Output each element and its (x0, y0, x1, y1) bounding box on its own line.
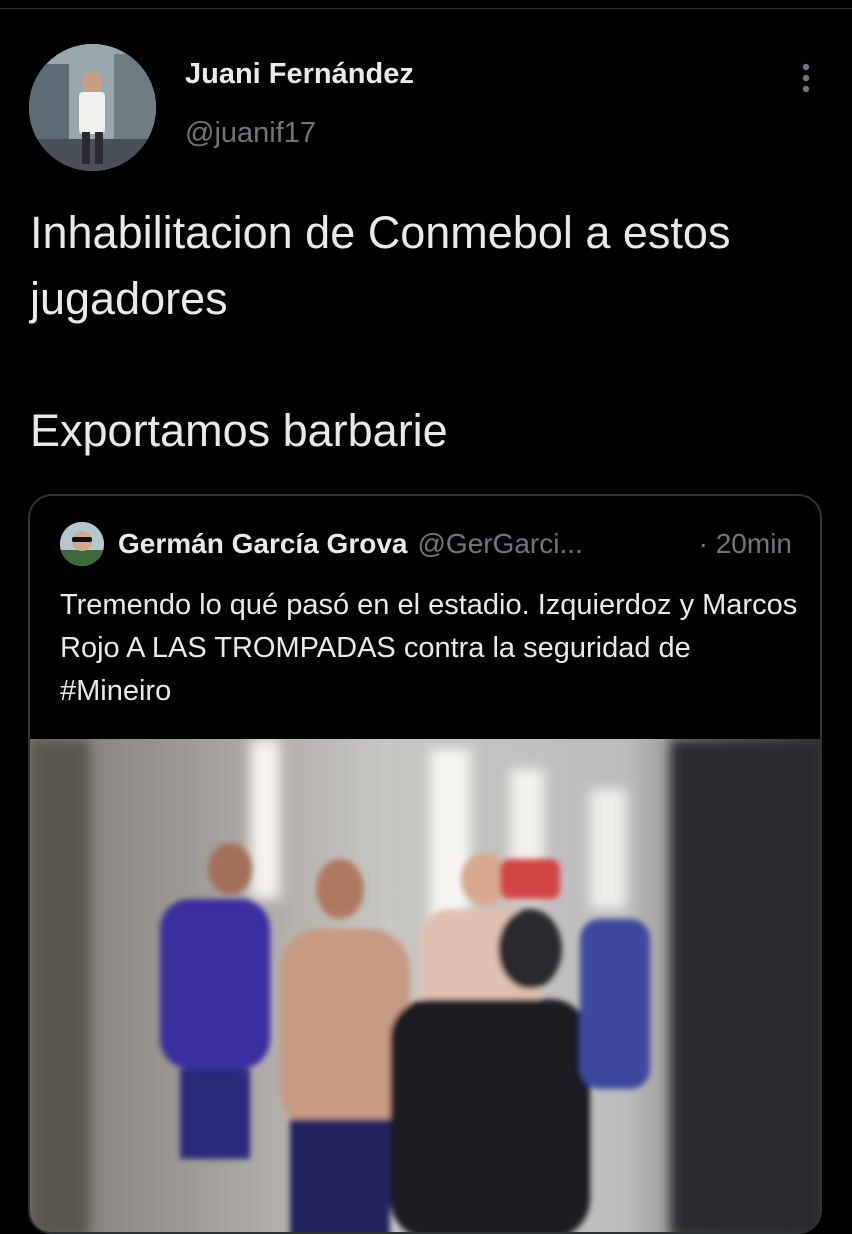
quoted-header: Germán García Grova @GerGarci... (118, 528, 583, 560)
author-name[interactable]: Juani Fernández (185, 58, 414, 91)
author-avatar[interactable] (29, 44, 156, 171)
more-options-button[interactable] (786, 58, 826, 98)
quoted-author-handle: @GerGarci... (417, 528, 583, 559)
author-handle[interactable]: @juanif17 (185, 117, 316, 150)
quoted-author-name: Germán García Grova (118, 528, 408, 559)
quoted-avatar-photo (60, 522, 104, 566)
video-frame (30, 739, 820, 1232)
top-divider (0, 0, 852, 9)
quoted-timestamp: · 20min (698, 528, 792, 559)
quoted-author-avatar (60, 522, 104, 566)
quoted-tweet-card[interactable]: Germán García Grova @GerGarci... · 20min … (28, 494, 822, 1234)
avatar-photo (29, 44, 156, 171)
quoted-video-thumbnail[interactable] (30, 739, 820, 1232)
quoted-tweet-text: Tremendo lo qué pasó en el estadio. Izqu… (60, 589, 798, 707)
tweet-text: Inhabilitacion de Conmebol a estos jugad… (30, 207, 731, 456)
more-vertical-icon (802, 63, 810, 93)
